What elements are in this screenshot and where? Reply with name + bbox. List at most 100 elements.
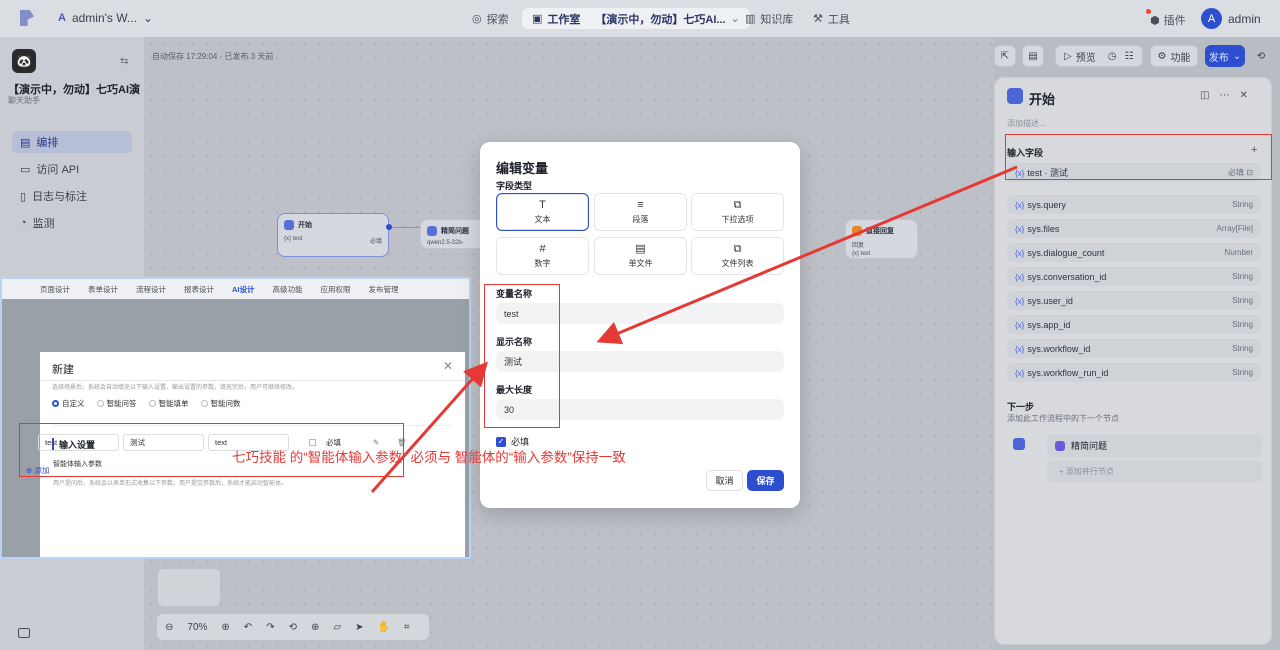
tab-publish[interactable]: 发布管理: [369, 284, 399, 295]
node-var: {x} test: [284, 236, 303, 242]
type-number-button[interactable]: # 数字: [496, 237, 589, 275]
chevron-down-icon: ⌄: [142, 11, 153, 25]
var-type: String: [1232, 200, 1253, 209]
features-button[interactable]: ⚙ 功能: [1150, 45, 1198, 67]
minimap[interactable]: [158, 569, 220, 606]
play-icon[interactable]: ▷: [1064, 51, 1072, 62]
features-icon: ⚙: [1157, 50, 1167, 62]
preview-button[interactable]: 预览: [1076, 49, 1096, 64]
start-node[interactable]: 开始 {x} test 必填: [277, 213, 389, 257]
tab-form-design[interactable]: 表单设计: [88, 284, 118, 295]
note-icon[interactable]: ▱: [333, 622, 341, 633]
node-var-name: test: [292, 236, 303, 242]
sidebar-item-monitor[interactable]: ◔ 监测: [12, 212, 132, 234]
tab-page-design[interactable]: 页面设计: [40, 284, 70, 295]
var-type: String: [1232, 272, 1253, 281]
var-name: sys.user_id: [1027, 295, 1073, 306]
panel-tools: ◫ ⋯ ✕: [1200, 90, 1248, 101]
param-name-input[interactable]: test: [38, 434, 119, 451]
swap-icon[interactable]: ⇆: [120, 56, 128, 67]
type-label: 文本: [534, 214, 551, 224]
tab-flow-design[interactable]: 流程设计: [136, 284, 166, 295]
radio-qa[interactable]: 智能问答: [96, 398, 137, 409]
tab-report-design[interactable]: 报表设计: [184, 284, 214, 295]
zoom-in-icon[interactable]: ⊕: [221, 622, 229, 633]
edge: [389, 227, 420, 228]
redo-icon[interactable]: ↷: [266, 622, 274, 633]
sidebar-item-logs[interactable]: ▯ 日志与标注: [12, 185, 132, 207]
type-text-button[interactable]: T 文本: [496, 193, 589, 231]
split-view-icon[interactable]: ◫: [1200, 90, 1209, 101]
dialog-title: 新建: [52, 364, 74, 376]
monitor-icon: ◔: [20, 217, 27, 229]
type-paragraph-button[interactable]: ≡ 段落: [594, 193, 687, 231]
home-icon: [284, 220, 294, 230]
radio-data[interactable]: 智能问数: [200, 398, 241, 409]
cancel-button[interactable]: 取消: [706, 470, 743, 491]
version-history-button[interactable]: ⟲: [1250, 45, 1272, 67]
highlight-box: [1005, 134, 1272, 180]
layout-icon[interactable]: ⌗: [404, 622, 410, 633]
type-select-button[interactable]: ⧉ 下拉选项: [691, 193, 784, 231]
add-node-icon[interactable]: ⊕: [311, 622, 319, 633]
avatar[interactable]: A: [1201, 8, 1222, 29]
node-handle[interactable]: [386, 224, 392, 230]
undo-icon[interactable]: ↶: [244, 622, 252, 633]
tool-icon: ⚒: [813, 13, 823, 25]
description-input[interactable]: 添加描述...: [1007, 118, 1046, 129]
workspace-switcher[interactable]: A admin's W... ⌄: [58, 11, 153, 25]
zoom-out-icon[interactable]: ⊖: [165, 622, 173, 633]
plugin-button[interactable]: ⬢ 插件: [1146, 9, 1186, 28]
save-button[interactable]: 保存: [747, 470, 784, 491]
close-icon[interactable]: ✕: [1239, 90, 1247, 101]
sys-var-item: {x} sys.user_id String: [1007, 291, 1261, 310]
checklist-icon[interactable]: ☷: [1124, 51, 1133, 62]
next-node-item[interactable]: 精简问题: [1047, 434, 1262, 457]
radio-icon: [52, 400, 59, 407]
app-logo[interactable]: [20, 10, 34, 26]
plus-circle-icon: ⊕: [26, 466, 33, 475]
var-type: String: [1232, 344, 1253, 353]
history-icon[interactable]: ◷: [1108, 51, 1117, 62]
history-icon[interactable]: ⟲: [289, 622, 297, 633]
collapse-sidebar-icon[interactable]: [18, 628, 30, 638]
add-param-button[interactable]: ⊕ 添加: [26, 465, 49, 476]
type-file-button[interactable]: ▤ 单文件: [594, 237, 687, 275]
node-required: 必填: [369, 239, 382, 245]
publish-button[interactable]: 发布 ⌄: [1205, 45, 1245, 67]
radio-custom[interactable]: 自定义: [52, 398, 85, 409]
studio-icon: ▣: [532, 13, 543, 25]
tab-advanced[interactable]: 高级功能: [273, 284, 303, 295]
param-display-input[interactable]: 测试: [123, 434, 204, 451]
nav-knowledge[interactable]: ▥ 知识库: [745, 8, 793, 29]
top-bar: A admin's W... ⌄ ◎ 探索 ▣ 工作室 【演示中，勿动】七巧AI…: [0, 0, 1280, 37]
var-name: sys.dialogue_count: [1027, 247, 1105, 258]
sys-var-item: {x} sys.dialogue_count Number: [1007, 243, 1261, 262]
zoom-level[interactable]: 70%: [187, 622, 207, 633]
current-app-name[interactable]: 【演示中，勿动】七巧AI...: [595, 11, 725, 27]
type-file-list-button[interactable]: ⧉ 文件列表: [691, 237, 784, 275]
env-button[interactable]: ▤: [1022, 45, 1044, 67]
node-line: 回复: [852, 243, 865, 249]
required-checkbox[interactable]: [309, 439, 316, 446]
hand-icon[interactable]: ✋: [377, 622, 389, 633]
variable-icon: {x}: [1015, 368, 1025, 378]
user-menu[interactable]: admin: [1228, 12, 1261, 26]
export-button[interactable]: ⇱: [994, 45, 1016, 67]
tab-permissions[interactable]: 应用权限: [321, 284, 351, 295]
nav-explore[interactable]: ◎ 探索: [472, 8, 509, 29]
add-parallel-node-button[interactable]: + 添加并行节点: [1047, 461, 1262, 482]
close-icon[interactable]: ✕: [443, 359, 453, 373]
radio-form[interactable]: 智能填单: [148, 398, 189, 409]
variable-icon: {x}: [1015, 296, 1025, 306]
sidebar-item-orchestrate[interactable]: ▤ 编排: [12, 131, 132, 153]
nav-studio[interactable]: ▣ 工作室 【演示中，勿动】七巧AI... ⌄: [522, 8, 750, 29]
nav-tools[interactable]: ⚒ 工具: [813, 8, 850, 29]
pointer-icon[interactable]: ➤: [355, 622, 363, 633]
more-icon[interactable]: ⋯: [1219, 90, 1229, 101]
reply-node[interactable]: 直接回复 回复 {x} text: [845, 219, 918, 259]
radio-icon: [96, 400, 104, 407]
sidebar-item-api[interactable]: ▭ 访问 API: [12, 158, 132, 180]
tab-ai-design[interactable]: AI设计: [232, 284, 255, 295]
sidebar-item-label: 日志与标注: [32, 191, 88, 203]
